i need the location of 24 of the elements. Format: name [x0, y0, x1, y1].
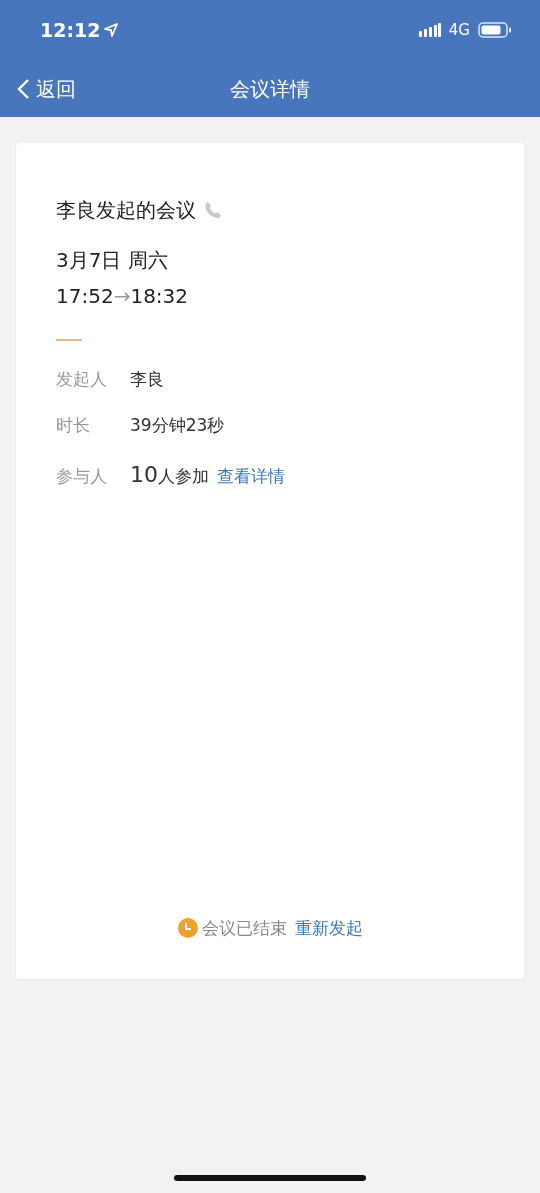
battery-icon [478, 22, 512, 38]
detail-value: 10人参加 [130, 461, 209, 489]
back-button[interactable]: 返回 [16, 73, 76, 104]
detail-label: 发起人 [56, 368, 108, 391]
signal-icon [418, 23, 441, 37]
restart-link[interactable]: 重新发起 [294, 915, 363, 941]
arrow-icon: → [113, 281, 131, 311]
clock-icon [177, 918, 198, 939]
view-details-link[interactable]: 查看详情 [217, 464, 285, 490]
status-time: 12:12 [40, 17, 101, 43]
start-time: 17:52 [56, 283, 114, 310]
location-icon [104, 23, 119, 37]
meeting-status: 会议已结束 [201, 916, 287, 940]
detail-label: 参与人 [56, 465, 108, 488]
phone-icon [204, 201, 222, 219]
detail-value: 李良 [130, 368, 164, 391]
chevron-left-icon [16, 77, 30, 100]
meeting-title: 李良发起的会议 [56, 197, 196, 224]
detail-value: 39分钟23秒 [130, 413, 225, 437]
detail-label: 时长 [56, 413, 91, 437]
page-title: 会议详情 [230, 75, 310, 103]
network-type: 4G [448, 19, 470, 41]
end-time: 18:32 [130, 283, 189, 310]
meeting-date: 3月7日 周六 [56, 247, 169, 274]
